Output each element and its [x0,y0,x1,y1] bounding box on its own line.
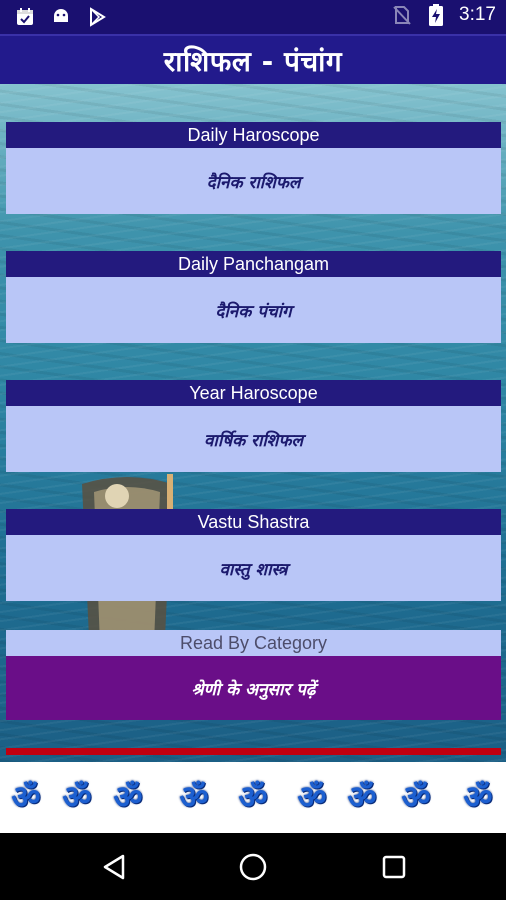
om-strip: ॐ ॐ ॐ ॐ ॐ ॐ ॐ ॐ ॐ [0,762,506,833]
android-icon [50,6,72,28]
home-icon[interactable] [237,851,269,883]
card-header: Daily Haroscope [6,122,501,148]
daily-panchangam-card[interactable]: Daily Panchangam दैनिक पंचांग [6,251,501,343]
recents-icon[interactable] [378,851,410,883]
om-icon: ॐ [113,777,143,816]
daily-horoscope-card[interactable]: Daily Haroscope दैनिक राशिफल [6,122,501,214]
navigation-bar [0,833,506,900]
vastu-shastra-card[interactable]: Vastu Shastra वास्तु शास्त्र [6,509,501,601]
year-horoscope-button[interactable]: वार्षिक राशिफल [6,406,501,472]
card-header: Year Haroscope [6,380,501,406]
om-icon: ॐ [238,777,268,816]
read-by-category-button[interactable]: श्रेणी के अनुसार पढ़ें [6,656,501,720]
om-icon: ॐ [62,777,92,816]
year-horoscope-card[interactable]: Year Haroscope वार्षिक राशिफल [6,380,501,472]
no-sim-icon [391,4,413,26]
card-header: Daily Panchangam [6,251,501,277]
app-bar: राशिफल - पंचांग [0,34,506,86]
om-icon: ॐ [401,777,431,816]
om-icon: ॐ [179,777,209,816]
daily-horoscope-button[interactable]: दैनिक राशिफल [6,148,501,214]
om-icon: ॐ [463,777,493,816]
app-title: राशिफल - पंचांग [163,45,343,78]
calendar-icon [14,6,36,28]
divider-line [6,748,501,755]
play-store-icon [86,6,108,28]
status-bar: 3:17 [0,0,506,34]
card-header: Read By Category [6,630,501,656]
battery-charging-icon [425,4,447,26]
category-card[interactable]: Read By Category श्रेणी के अनुसार पढ़ें [6,630,501,720]
back-icon[interactable] [98,851,130,883]
card-header: Vastu Shastra [6,509,501,535]
om-icon: ॐ [297,777,327,816]
om-icon: ॐ [347,777,377,816]
daily-panchangam-button[interactable]: दैनिक पंचांग [6,277,501,343]
vastu-shastra-button[interactable]: वास्तु शास्त्र [6,535,501,601]
om-icon: ॐ [11,777,41,816]
status-time: 3:17 [459,4,496,25]
